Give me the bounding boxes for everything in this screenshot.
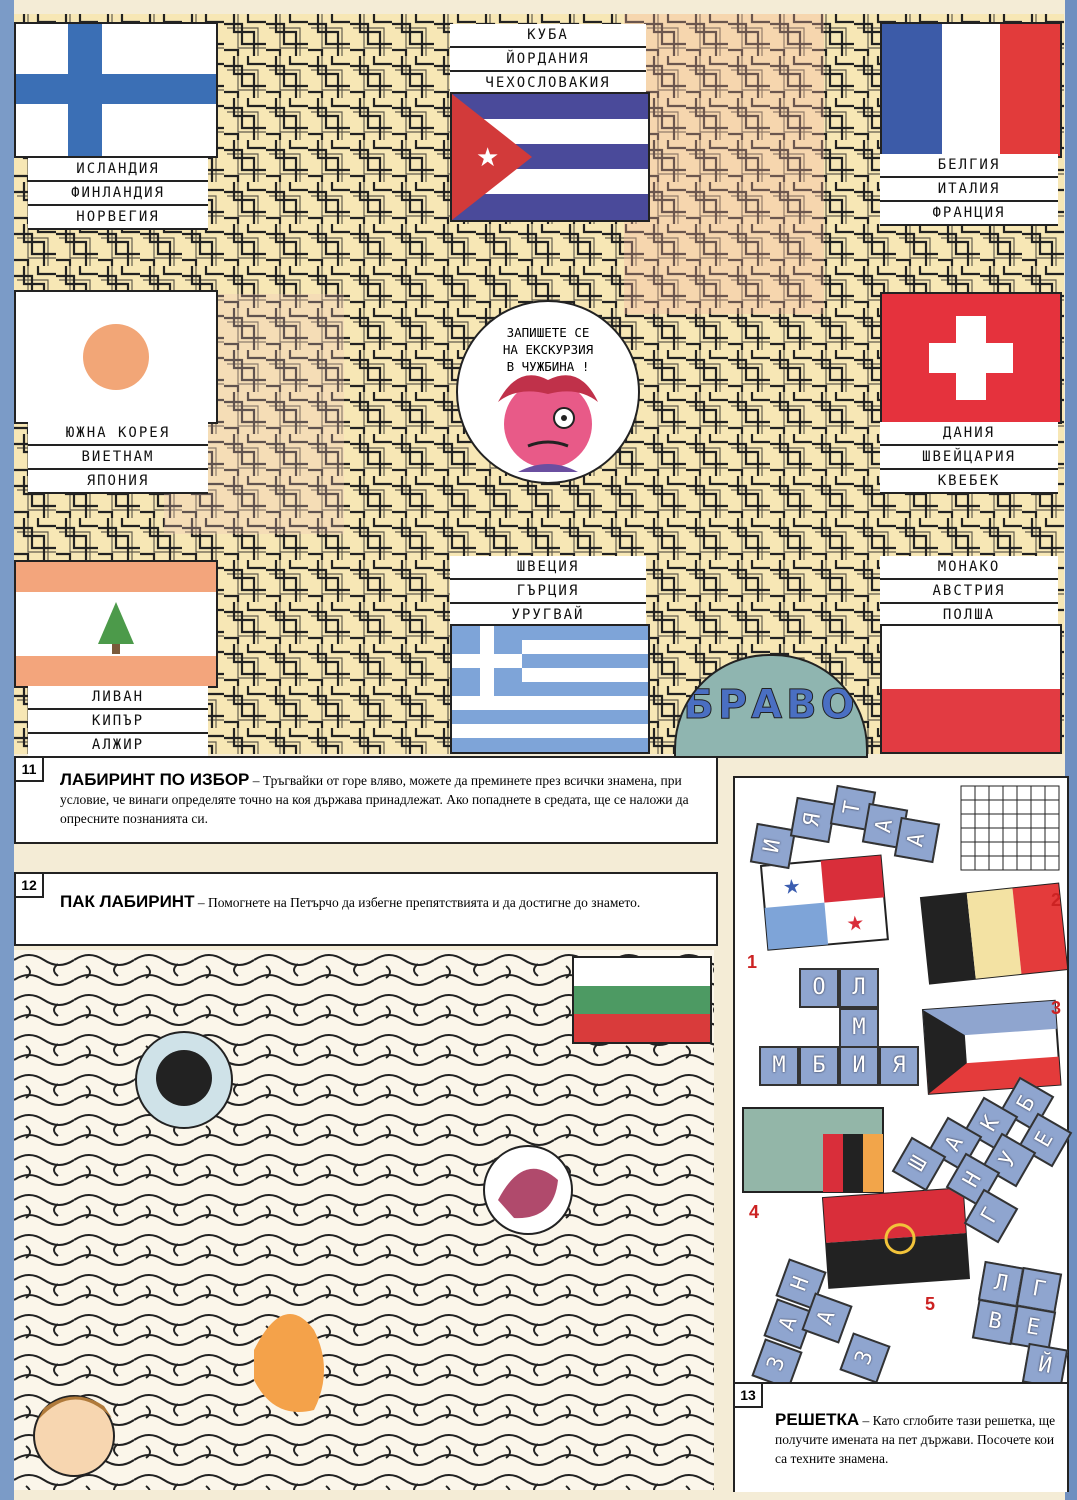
letter-tile[interactable]: И [839,1046,879,1086]
bravo-text: БРАВО [683,682,859,729]
flag-finland [14,22,218,158]
flag-number: 2 [1051,890,1062,910]
caption-body: РЕШЕТКА – Като сглобите тази решетка, ще… [775,1410,1061,1468]
flag-number: 3 [1051,998,1062,1018]
country-label: ЯПОНИЯ [28,470,208,494]
flag-number: 5 [925,1294,936,1314]
labels-bot-center: ШВЕЦИЯ ГЪРЦИЯ УРУГВАЙ [450,556,646,628]
letter-tile[interactable]: Я [789,796,837,844]
flag-greece [450,624,650,754]
character-speech-bubble: ЗАПИШЕТЕ СЕ НА ЕКСКУРЗИЯ В ЧУЖБИНА ! [456,300,640,484]
country-label: НОРВЕГИЯ [28,206,208,230]
caption-title: ЛАБИРИНТ ПО ИЗБОР [60,770,250,789]
flag-switzerland [880,292,1062,424]
country-label: ИТАЛИЯ [880,178,1058,202]
labels-top-center: КУБА ЙОРДАНИЯ ЧЕХОСЛОВАКИЯ [450,24,646,96]
flag-cuba: ★ [450,92,650,222]
country-label: ДАНИЯ [880,422,1058,446]
caption-12: 12 ПАК ЛАБИРИНТ – Помогнете на Петърчо д… [14,872,718,946]
labels-mid-left: ЮЖНА КОРЕЯ ВИЕТНАМ ЯПОНИЯ [28,422,208,494]
speech-line: В ЧУЖБИНА ! [506,359,590,374]
country-label: ГЪРЦИЯ [450,580,646,604]
country-label: ШВЕЦИЯ [450,556,646,580]
speech-line: НА ЕКСКУРЗИЯ [502,342,594,357]
flag-lebanon [14,560,218,688]
country-label: МОНАКО [880,556,1058,580]
labels-bot-right: МОНАКО АВСТРИЯ ПОЛША [880,556,1058,628]
svg-text:★: ★ [476,143,499,173]
page: ИСЛАНДИЯ ФИНЛАНДИЯ НОРВЕГИЯ КУБА ЙОРДАНИ… [0,0,1077,1500]
country-label: ЮЖНА КОРЕЯ [28,422,208,446]
letter-tile[interactable]: А [893,816,941,864]
task-number: 13 [733,1382,763,1408]
flag-bulgaria [572,956,712,1044]
task-number: 12 [14,872,44,898]
caption-body: ЛАБИРИНТ ПО ИЗБОР – Тръгвайки от горе вл… [60,770,704,828]
labels-mid-right: ДАНИЯ ШВЕЙЦАРИЯ КВЕБЕК [880,422,1058,494]
flag-number: 4 [749,1202,760,1222]
flag-france [880,22,1062,158]
maze-12 [14,950,714,1490]
caption-title: РЕШЕТКА [775,1410,860,1429]
letter-tile[interactable]: М [759,1046,799,1086]
country-label: КУБА [450,24,646,48]
svg-text:★: ★ [782,874,802,899]
speech-line: ЗАПИШЕТЕ СЕ [506,325,590,340]
country-label: ФРАНЦИЯ [880,202,1058,226]
country-label: КИПЪР [28,710,208,734]
caption-body: ПАК ЛАБИРИНТ – Помогнете на Петърчо да и… [60,892,704,912]
puzzle-13: ★ ★ 1 2 3 4 5 И Я Т А А О Л М М Б И Я Б … [733,776,1073,1492]
letter-tile[interactable]: Я [879,1046,919,1086]
flag-japan [14,290,218,424]
country-label: КВЕБЕК [880,470,1058,494]
country-label: БЕЛГИЯ [880,154,1058,178]
svg-text:★: ★ [845,910,865,935]
letter-tile[interactable]: О [799,968,839,1008]
letter-tile[interactable]: М [839,1008,879,1048]
caption-11: 11 ЛАБИРИНТ ПО ИЗБОР – Тръгвайки от горе… [14,756,718,844]
caption-title: ПАК ЛАБИРИНТ [60,892,195,911]
letter-tile[interactable]: Л [839,968,879,1008]
letter-tile[interactable]: Б [799,1046,839,1086]
country-label: АВСТРИЯ [880,580,1058,604]
country-label: ФИНЛАНДИЯ [28,182,208,206]
country-label: ВИЕТНАМ [28,446,208,470]
country-label: ШВЕЙЦАРИЯ [880,446,1058,470]
labels-bot-left: ЛИВАН КИПЪР АЛЖИР [28,686,208,758]
country-label: АЛЖИР [28,734,208,758]
flag-number: 1 [747,952,758,972]
country-label: ЛИВАН [28,686,208,710]
caption-text: – Помогнете на Петърчо да избегне препят… [197,895,641,910]
caption-13: 13 РЕШЕТКА – Като сглобите тази решетка,… [733,1382,1067,1492]
maze-11: ИСЛАНДИЯ ФИНЛАНДИЯ НОРВЕГИЯ КУБА ЙОРДАНИ… [14,14,1064,758]
task-number: 11 [14,756,44,782]
labels-top-left: ИСЛАНДИЯ ФИНЛАНДИЯ НОРВЕГИЯ [28,158,208,230]
country-label: ИСЛАНДИЯ [28,158,208,182]
labels-top-right: БЕЛГИЯ ИТАЛИЯ ФРАНЦИЯ [880,154,1058,226]
speech-text: ЗАПИШЕТЕ СЕ НА ЕКСКУРЗИЯ В ЧУЖБИНА ! [478,324,618,375]
left-border [0,0,14,1500]
letter-tile[interactable]: И [749,822,797,870]
flag-poland [880,624,1062,754]
country-label: ЙОРДАНИЯ [450,48,646,72]
